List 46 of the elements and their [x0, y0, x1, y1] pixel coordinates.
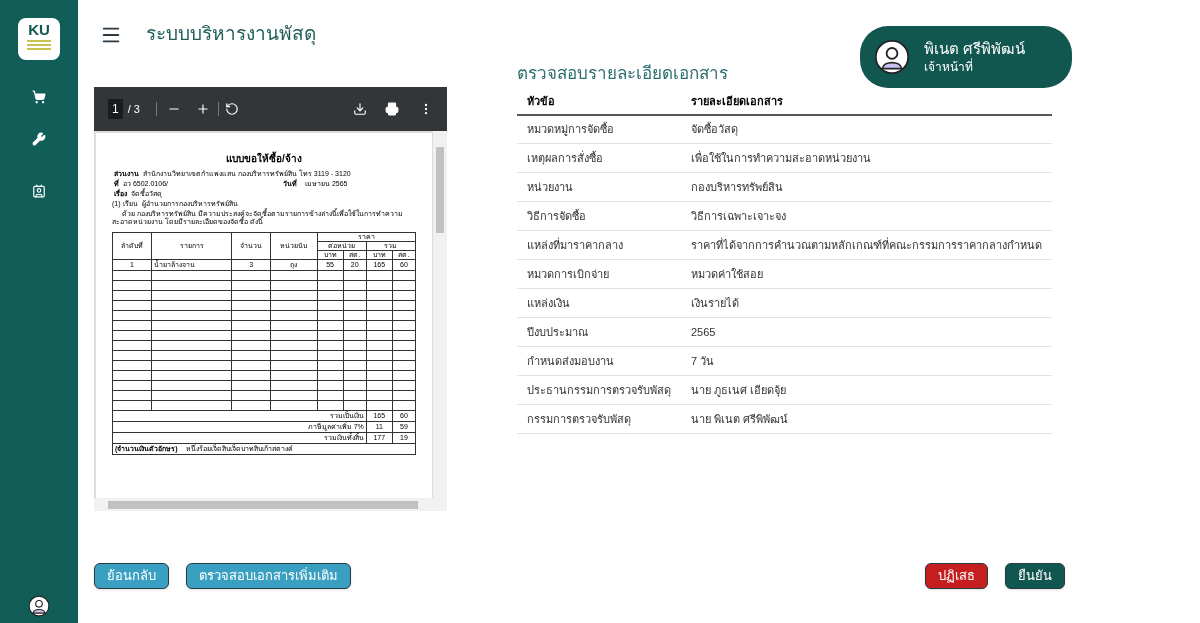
table-cell: ประธานกรรมการตรวจรับพัสดุ	[517, 375, 681, 405]
user-name: พิเนต ศรีพิพัฒน์	[924, 38, 1026, 58]
logo: KU	[18, 18, 60, 60]
zoom-in-icon[interactable]	[195, 102, 210, 116]
table-cell: หมวดค่าใช้สอย	[681, 259, 1052, 289]
table-cell: กำหนดส่งมอบงาน	[517, 346, 681, 376]
contact-card-icon[interactable]	[32, 184, 46, 198]
table-cell: แหล่งเงิน	[517, 288, 681, 318]
cart-icon[interactable]	[32, 90, 46, 104]
table-cell: หมวดหมู่การจัดซื้อ	[517, 114, 681, 144]
table-cell: 2565	[681, 317, 1052, 347]
table-cell: เงินรายได้	[681, 288, 1052, 318]
wrench-icon[interactable]	[32, 132, 46, 146]
table-cell: เหตุผลการสั่งซื้อ	[517, 143, 681, 173]
print-icon[interactable]	[385, 102, 399, 116]
table-cell: กรรมการตรวจรับพัสดุ	[517, 404, 681, 434]
document-title: แบบขอให้ซื้อ/จ้าง	[225, 151, 303, 166]
user-card[interactable]: พิเนต ศรีพิพัฒน์ เจ้าหน้าที่	[860, 26, 1072, 88]
user-avatar-icon	[874, 39, 910, 75]
rotate-icon[interactable]	[224, 102, 239, 116]
table-cell: ปีงบประมาณ	[517, 317, 681, 347]
section-title: ตรวจสอบรายละเอียดเอกสาร	[517, 63, 728, 85]
table-cell: จัดซื้อวัสดุ	[681, 114, 1052, 144]
table-cell: วิธีการจัดซื้อ	[517, 201, 681, 231]
download-icon[interactable]	[353, 102, 367, 116]
page-number-field[interactable]: 1	[108, 99, 123, 119]
action-button[interactable]: ปฏิเสธ	[925, 563, 988, 589]
table-cell: กองบริหารทรัพย์สิน	[681, 172, 1052, 202]
table-cell: ราคาที่ได้จากการคำนวณตามหลักเกณฑ์ที่คณะกรรมการราคากลางกำหนด	[681, 230, 1052, 260]
table-cell: เพื่อใช้ในการทำความสะอาดหน่วยงาน	[681, 143, 1052, 173]
table-cell: วิธีการเฉพาะเจาะจง	[681, 201, 1052, 231]
table-cell: หมวดการเบิกจ่าย	[517, 259, 681, 289]
column-header: หัวข้อ	[517, 88, 681, 115]
app-title: ระบบบริหารงานพัสดุ	[146, 22, 316, 47]
action-button[interactable]: ยืนยัน	[1005, 563, 1065, 589]
user-role: เจ้าหน้าที่	[924, 57, 974, 76]
vertical-scrollbar[interactable]	[433, 131, 447, 498]
table-cell: นาย พิเนต ศรีพิพัฒน์	[681, 404, 1052, 434]
table-cell: แหล่งที่มาราคากลาง	[517, 230, 681, 260]
page-count: / 3	[127, 101, 140, 117]
avatar-icon	[28, 595, 50, 617]
table-cell: นาย ภูธเนศ เอียดจุ้ย	[681, 375, 1052, 405]
table-cell: หน่วยงาน	[517, 172, 681, 202]
horizontal-scrollbar[interactable]	[94, 498, 447, 511]
table-cell: 7 วัน	[681, 346, 1052, 376]
column-header: รายละเอียดเอกสาร	[681, 88, 1052, 115]
